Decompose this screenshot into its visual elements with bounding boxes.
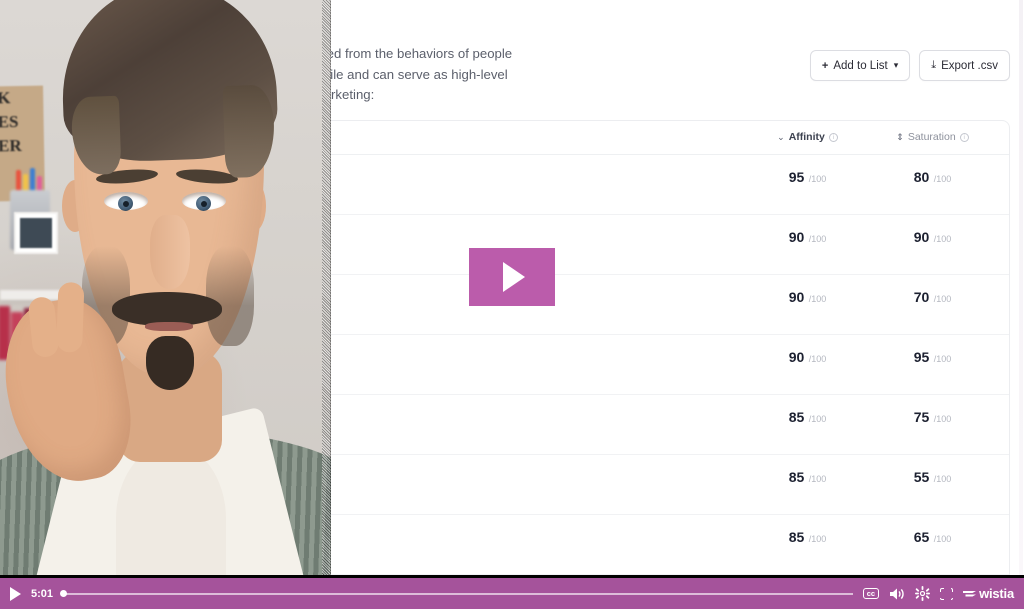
saturation-denominator: /100 bbox=[933, 173, 952, 184]
saturation-denominator: /100 bbox=[933, 233, 952, 244]
add-to-list-label: Add to List bbox=[833, 59, 888, 72]
row-saturation-cell: 75 /100 bbox=[870, 406, 995, 427]
saturation-value: 70 bbox=[913, 288, 930, 305]
person-stubble-right bbox=[206, 246, 254, 346]
affinity-value: 90 bbox=[788, 228, 805, 245]
wistia-mark-icon bbox=[963, 590, 977, 596]
saturation-denominator: /100 bbox=[933, 293, 952, 304]
row-affinity-cell: 90 /100 bbox=[745, 226, 870, 247]
affinity-value: 85 bbox=[788, 408, 805, 425]
video-edge-line bbox=[330, 0, 331, 578]
affinity-denominator: /100 bbox=[808, 353, 827, 364]
saturation-value: 75 bbox=[913, 408, 930, 425]
player-time: 5:01 bbox=[31, 587, 54, 600]
play-triangle-icon bbox=[503, 262, 525, 292]
row-saturation-cell: 70 /100 bbox=[870, 286, 995, 307]
saturation-denominator: /100 bbox=[933, 533, 952, 544]
export-csv-label: Export .csv bbox=[941, 59, 998, 72]
affinity-value: 90 bbox=[788, 288, 805, 305]
player-progress-track[interactable] bbox=[60, 590, 853, 597]
info-icon[interactable]: i bbox=[959, 132, 969, 142]
affinity-label: Affinity bbox=[788, 131, 825, 144]
saturation-value: 90 bbox=[913, 228, 930, 245]
fullscreen-icon bbox=[939, 587, 956, 602]
player-volume-button[interactable] bbox=[889, 587, 905, 601]
saturation-denominator: /100 bbox=[933, 473, 952, 484]
row-affinity-cell: 95 /100 bbox=[745, 166, 870, 187]
wistia-label: wistia bbox=[979, 586, 1014, 601]
play-button[interactable] bbox=[469, 248, 555, 306]
cc-icon: cc bbox=[862, 587, 880, 600]
person-eye-right bbox=[182, 192, 226, 211]
row-saturation-cell: 95 /100 bbox=[870, 346, 995, 367]
page-scrollbar[interactable] bbox=[1019, 0, 1023, 578]
affinity-denominator: /100 bbox=[808, 293, 827, 304]
add-to-list-button[interactable]: + Add to List ▾ bbox=[809, 50, 911, 81]
player-progress-knob[interactable] bbox=[60, 590, 68, 597]
saturation-denominator: /100 bbox=[933, 413, 952, 424]
sort-desc-icon: ⌄ bbox=[777, 131, 785, 142]
person-hair bbox=[58, 0, 280, 164]
video-overlay[interactable]: K ES ER bbox=[0, 0, 331, 578]
person-chin-beard bbox=[146, 336, 194, 390]
player-captions-button[interactable]: cc bbox=[862, 587, 880, 600]
affinity-denominator: /100 bbox=[808, 473, 827, 484]
affinity-denominator: /100 bbox=[808, 533, 827, 544]
wistia-logo[interactable]: wistia bbox=[963, 586, 1014, 601]
row-affinity-cell: 85 /100 bbox=[745, 466, 870, 487]
header-actions: + Add to List ▾ ⤓ Export .csv bbox=[809, 8, 1010, 81]
row-affinity-cell: 90 /100 bbox=[745, 346, 870, 367]
screen: • Overview › Websites › Keywords › Demog… bbox=[0, 0, 1024, 609]
affinity-value: 85 bbox=[788, 468, 805, 485]
chevron-down-icon: ▾ bbox=[893, 60, 899, 70]
saturation-value: 95 bbox=[913, 348, 930, 365]
affinity-value: 85 bbox=[788, 528, 805, 545]
player-fullscreen-button[interactable] bbox=[939, 587, 956, 602]
person-nose bbox=[150, 215, 190, 289]
video-player-controls: 5:01 cc wistia bbox=[0, 578, 1024, 609]
row-saturation-cell: 90 /100 bbox=[870, 226, 995, 247]
affinity-denominator: /100 bbox=[808, 413, 827, 424]
player-play-button[interactable] bbox=[10, 586, 21, 601]
person-moustache bbox=[112, 292, 222, 326]
row-saturation-cell: 65 /100 bbox=[870, 526, 995, 547]
player-settings-button[interactable] bbox=[915, 586, 931, 601]
affinity-denominator: /100 bbox=[808, 173, 827, 184]
download-icon: ⤓ bbox=[931, 59, 937, 71]
affinity-value: 95 bbox=[788, 168, 805, 185]
saturation-label: Saturation bbox=[907, 131, 956, 144]
info-icon[interactable]: i bbox=[828, 132, 838, 142]
person-mouth bbox=[145, 322, 193, 331]
saturation-value: 55 bbox=[913, 468, 930, 485]
saturation-denominator: /100 bbox=[933, 353, 952, 364]
saturation-value: 65 bbox=[913, 528, 930, 545]
affinity-value: 90 bbox=[788, 348, 805, 365]
row-saturation-cell: 80 /100 bbox=[870, 166, 995, 187]
person-eye-left bbox=[104, 192, 148, 211]
plus-icon: + bbox=[821, 59, 829, 72]
volume-icon bbox=[890, 588, 904, 599]
column-header-saturation[interactable]: ⇕ Saturation i bbox=[870, 131, 995, 143]
saturation-value: 80 bbox=[913, 168, 930, 185]
person-on-camera bbox=[0, 0, 331, 578]
affinity-denominator: /100 bbox=[808, 233, 827, 244]
sort-updown-icon: ⇕ bbox=[896, 131, 904, 142]
gear-icon bbox=[915, 586, 931, 601]
export-csv-button[interactable]: ⤓ Export .csv bbox=[919, 50, 1010, 81]
column-header-affinity[interactable]: ⌄ Affinity i bbox=[745, 131, 870, 143]
row-affinity-cell: 85 /100 bbox=[745, 526, 870, 547]
row-affinity-cell: 90 /100 bbox=[745, 286, 870, 307]
row-affinity-cell: 85 /100 bbox=[745, 406, 870, 427]
row-saturation-cell: 55 /100 bbox=[870, 466, 995, 487]
